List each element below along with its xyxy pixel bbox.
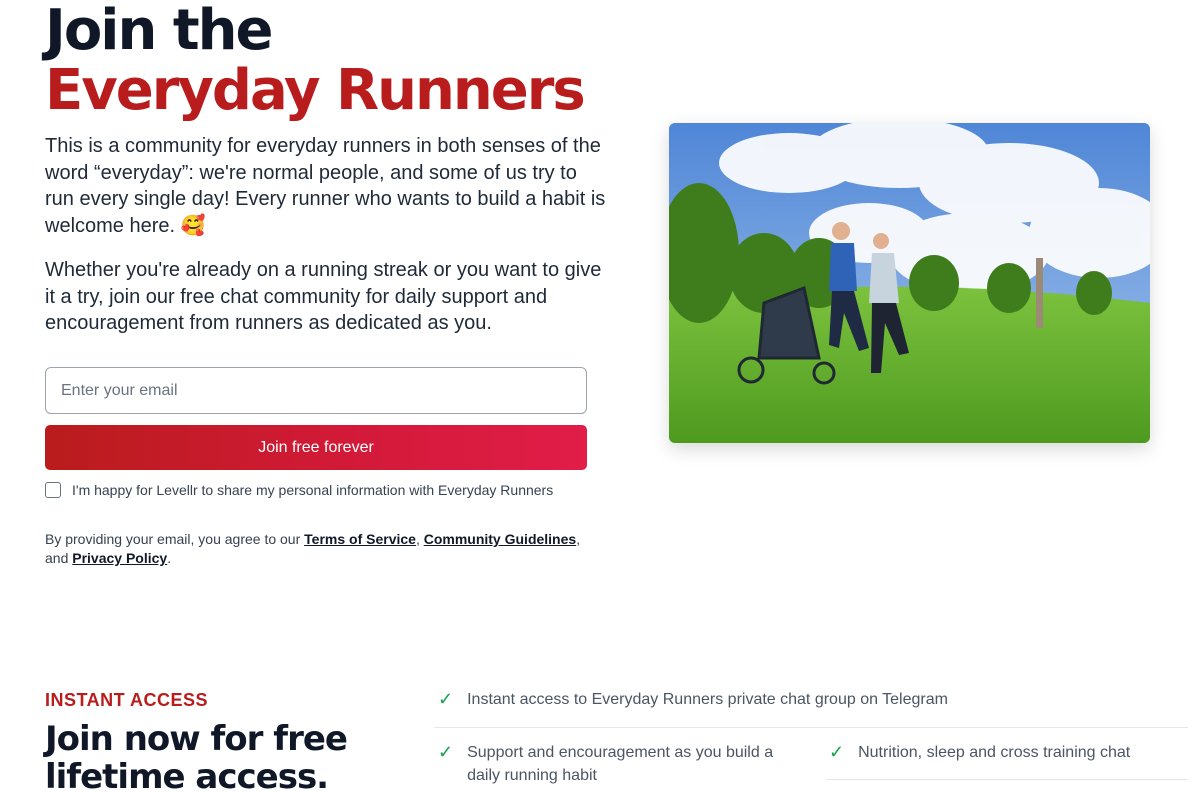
hero-title-line1: Join the [45, 0, 273, 63]
intro-paragraph-2: Whether you're already on a running stre… [45, 259, 602, 334]
feature-item: ✓ Instant access to Everyday Runners pri… [438, 688, 1178, 711]
legal-prefix: By providing your email, you agree to ou… [45, 531, 305, 547]
hero-photo [669, 123, 1150, 443]
hero-title-line2: Everyday Runners [45, 58, 586, 123]
legal-and: and [45, 550, 73, 566]
consent-checkbox-row[interactable]: I'm happy for Levellr to share my person… [45, 482, 553, 498]
hero-title: Join the Everyday Runners [45, 0, 586, 123]
consent-label: I'm happy for Levellr to share my person… [72, 482, 554, 498]
terms-link[interactable]: Terms of Service [304, 531, 416, 547]
check-icon: ✓ [438, 689, 454, 709]
email-field[interactable] [45, 367, 587, 414]
guidelines-link[interactable]: Community Guidelines [424, 531, 576, 547]
intro-paragraph-1: This is a community for everyday runners… [45, 135, 606, 237]
join-button[interactable]: Join free forever [45, 425, 587, 470]
legal-sep-1: , [415, 531, 424, 547]
feature-text: Instant access to Everyday Runners priva… [467, 691, 948, 708]
runners-photo-illustration [669, 123, 1150, 443]
check-icon: ✓ [438, 742, 454, 762]
privacy-link[interactable]: Privacy Policy [72, 550, 167, 566]
legal-notice: By providing your email, you agree to ou… [45, 530, 585, 568]
feature-divider [826, 779, 1188, 780]
legal-sep-2: , [576, 531, 581, 547]
feature-text: Support and encouragement as you build a… [467, 744, 774, 784]
feature-item: ✓ Nutrition, sleep and cross training ch… [829, 741, 1189, 764]
consent-checkbox[interactable] [45, 482, 61, 498]
check-icon: ✓ [829, 742, 845, 762]
legal-suffix: . [167, 550, 172, 566]
feature-divider [434, 727, 1188, 728]
instant-access-eyebrow: INSTANT ACCESS [45, 690, 209, 710]
instant-access-title: Join now for free lifetime access. [45, 719, 348, 794]
feature-text: Nutrition, sleep and cross training chat [858, 744, 1131, 761]
feature-item: ✓ Support and encouragement as you build… [438, 741, 798, 787]
